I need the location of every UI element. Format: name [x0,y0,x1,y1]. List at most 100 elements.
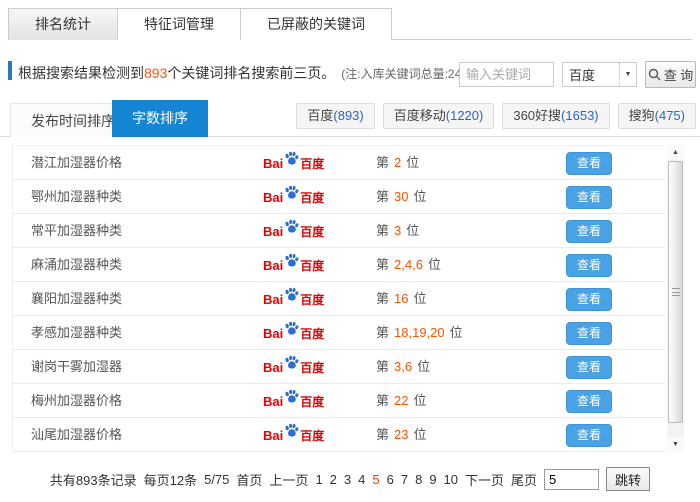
rank-value: 23 [394,427,409,442]
tab-rank-stats[interactable]: 排名统计 [9,9,118,40]
view-button[interactable]: 查看 [566,356,612,379]
view-button[interactable]: 查看 [566,288,612,311]
rank-value: 2,4,6 [394,257,423,272]
page-link[interactable]: 2 [330,472,337,487]
engine-button-count: (1653) [561,108,599,123]
baidu-paw-icon [284,185,299,205]
baidu-logo-cn: 百度 [300,360,325,375]
keyword-cell: 谢岗干雾加湿器 [31,359,123,374]
baidu-logo-bai: Bai [263,223,284,239]
rank-suffix: 位 [413,427,427,442]
baidu-logo-bai: Bai [263,393,284,409]
engine-button-sogou[interactable]: 搜狗(475) [617,103,696,129]
rank-value: 30 [394,189,409,204]
search-icon [648,68,661,81]
jump-page-input[interactable] [544,468,600,490]
table-scrollbar[interactable]: ▲ ▼ [667,145,684,452]
engine-count-buttons: 百度(893) 百度移动(1220) 360好搜(1653) 搜狗(475) [296,103,696,129]
page-link[interactable]: 10 [444,472,458,487]
view-button[interactable]: 查看 [566,254,612,277]
last-page-link[interactable]: 尾页 [511,470,537,489]
summary-prefix: 根据搜索结果检测到 [18,65,144,81]
keyword-cell: 常平加湿器种类 [31,223,123,238]
rank-suffix: 位 [449,325,463,340]
rank-cell: 第 18,19,20 位 [376,316,463,350]
view-button[interactable]: 查看 [566,322,612,345]
page-link[interactable]: 6 [387,472,394,487]
rank-value: 16 [394,291,409,306]
engine-button-360[interactable]: 360好搜(1653) [502,103,610,129]
chevron-down-icon[interactable]: ▼ [619,63,636,86]
prev-page-link[interactable]: 上一页 [269,470,308,489]
view-button[interactable]: 查看 [566,390,612,413]
view-button[interactable]: 查看 [566,220,612,243]
engine-select[interactable]: 百度 ▼ [562,62,637,87]
summary-note: (注:入库关键词总量:2436) [341,67,479,81]
table-row: 麻涌加湿器种类 Bai 百度 第 2,4,6 位 查看 [13,248,665,282]
baidu-logo-bai: Bai [263,359,284,375]
first-page-link[interactable]: 首页 [236,470,262,489]
engine-button-name: 百度移动 [393,108,446,123]
summary-text: 根据搜索结果检测到893个关键词排名搜索前三页。 (注:入库关键词总量:2436… [18,63,479,83]
keyword-search-input[interactable] [459,62,554,87]
engine-button-count: (893) [333,108,364,123]
baidu-logo-cn: 百度 [300,326,325,341]
scroll-up-icon[interactable]: ▲ [667,145,684,160]
scroll-down-icon[interactable]: ▼ [667,437,684,452]
tab-sort-by-wordcount[interactable]: 字数排序 [112,100,208,137]
rank-prefix: 第 [376,359,390,374]
engine-select-value: 百度 [569,68,596,83]
table-row: 谢岗干雾加湿器 Bai 百度 第 3,6 位 查看 [13,350,665,384]
engine-button-baidu[interactable]: 百度(893) [296,103,375,129]
page-link[interactable]: 5 [372,472,379,487]
baidu-logo-cn: 百度 [300,292,325,307]
keyword-cell: 潜江加湿器价格 [31,155,123,170]
baidu-logo: Bai 百度 [263,423,325,444]
jump-button[interactable]: 跳转 [606,467,651,491]
next-page-link[interactable]: 下一页 [465,470,504,489]
baidu-logo-bai: Bai [263,291,284,307]
page-link[interactable]: 9 [429,472,436,487]
page-links: 1 2 3 4 5 6 7 8 9 10 [315,472,458,487]
page-link[interactable]: 1 [315,472,322,487]
keyword-cell: 梅州加湿器价格 [31,393,123,408]
scrollbar-thumb[interactable] [668,161,683,423]
rank-cell: 第 3,6 位 [376,350,430,384]
table-row: 梅州加湿器价格 Bai 百度 第 22 位 查看 [13,384,665,418]
view-button[interactable]: 查看 [566,186,612,209]
search-button[interactable]: 查 询 [645,61,696,88]
view-button[interactable]: 查看 [566,424,612,447]
rank-value: 3,6 [394,359,413,374]
rank-value: 22 [394,393,409,408]
rank-cell: 第 23 位 [376,418,427,452]
rank-cell: 第 2,4,6 位 [376,248,441,282]
baidu-paw-icon [284,151,299,171]
page-link[interactable]: 3 [344,472,351,487]
rank-suffix: 位 [413,189,427,204]
view-button[interactable]: 查看 [566,152,612,175]
baidu-logo-cn: 百度 [300,156,325,171]
page-link[interactable]: 8 [415,472,422,487]
keyword-rank-panel: 排名统计 特征词管理 已屏蔽的关键词 根据搜索结果检测到893个关键词排名搜索前… [0,0,700,502]
scrollbar-grip [672,288,680,296]
page-link[interactable]: 7 [401,472,408,487]
engine-button-count: (475) [654,108,685,123]
table-row: 襄阳加湿器种类 Bai 百度 第 16 位 查看 [13,282,665,316]
page-link[interactable]: 4 [358,472,365,487]
baidu-paw-icon [284,355,299,375]
engine-button-name: 百度 [307,108,334,123]
engine-button-name: 360好搜 [513,108,562,123]
keyword-table-body: 潜江加湿器价格 Bai 百度 第2位 查看 鄂州加湿器种类 Bai 百度 第 3… [12,145,665,452]
rank-prefix: 第 [376,291,390,306]
baidu-logo-cn: 百度 [300,428,325,443]
baidu-logo: Bai 百度 [263,321,325,342]
tab-feature-word-manage[interactable]: 特征词管理 [118,9,241,40]
table-row: 潜江加湿器价格 Bai 百度 第2位 查看 [13,146,665,180]
tab-blocked-keywords[interactable]: 已屏蔽的关键词 [241,9,391,40]
table-row: 孝感加湿器种类 Bai 百度 第 18,19,20 位 查看 [13,316,665,350]
baidu-paw-icon [284,389,299,409]
top-tab-group: 排名统计 特征词管理 已屏蔽的关键词 [8,8,392,40]
rank-prefix: 第 [376,189,390,204]
engine-button-baidu-mobile[interactable]: 百度移动(1220) [382,103,495,129]
baidu-logo: Bai 百度 [263,253,324,274]
